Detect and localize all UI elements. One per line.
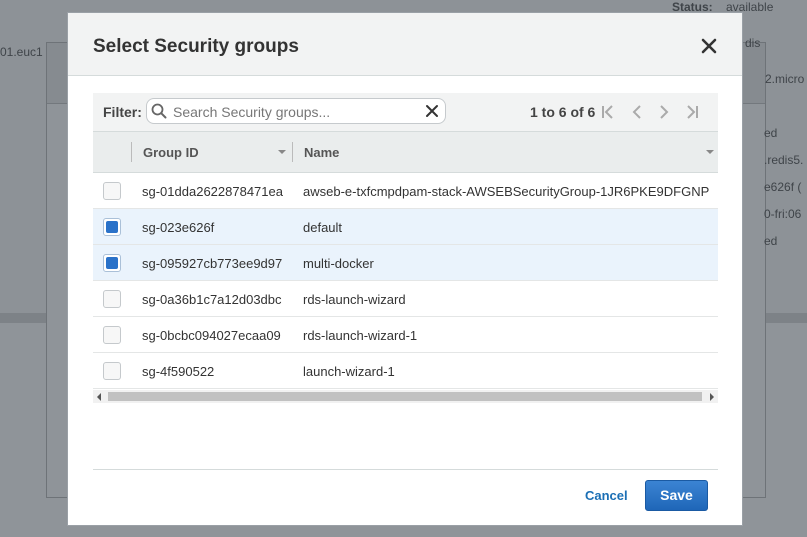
bg-fragment-4: .redis5.	[764, 153, 804, 167]
scroll-left-icon[interactable]	[97, 393, 101, 401]
group-name-cell: rds-launch-wizard-1	[303, 328, 418, 343]
column-separator	[131, 142, 132, 162]
close-icon	[701, 38, 717, 54]
footer-divider	[93, 469, 718, 470]
row-checkbox[interactable]	[103, 290, 121, 308]
group-id-cell: sg-4f590522	[142, 364, 215, 379]
bg-fragment-7: ed	[764, 234, 778, 248]
row-checkbox[interactable]	[103, 218, 121, 236]
group-name-cell: awseb-e-txfcmpdpam-stack-AWSEBSecurityGr…	[303, 184, 710, 199]
search-icon	[151, 103, 167, 119]
next-page-icon[interactable]	[655, 103, 673, 121]
bg-fragment-left: 01.euc1	[0, 45, 43, 59]
group-name-cell: rds-launch-wizard	[303, 292, 406, 307]
group-name-cell: default	[303, 220, 343, 235]
bg-fragment-6: 0-fri:06	[764, 207, 802, 221]
group-id-cell: sg-0bcbc094027ecaa09	[142, 328, 281, 343]
row-checkbox[interactable]	[103, 254, 121, 272]
column-header-group-id[interactable]: Group ID	[143, 145, 199, 160]
bg-fragment-2: 2.micro	[765, 72, 805, 86]
filter-bar: Filter: 1 to 6 of 6	[93, 93, 718, 132]
bg-fragment-3: ed	[764, 126, 778, 140]
modal-header: Select Security groups	[68, 13, 742, 76]
pager-text: 1 to 6 of 6	[530, 104, 596, 120]
group-id-cell: sg-095927cb773ee9d97	[142, 256, 283, 271]
group-name-cell: launch-wizard-1	[303, 364, 395, 379]
group-id-cell: sg-01dda2622878471ea	[142, 184, 283, 199]
modal-title: Select Security groups	[93, 36, 299, 57]
column-header-name[interactable]: Name	[304, 145, 339, 160]
bg-fragment-5: e626f (	[764, 180, 802, 194]
name-sort-icon[interactable]	[706, 150, 714, 154]
table-header: Group ID Name	[93, 132, 718, 173]
first-page-icon[interactable]	[599, 103, 617, 121]
row-checkbox[interactable]	[103, 326, 121, 344]
search-box	[146, 98, 446, 124]
table-row[interactable]: sg-01dda2622878471ea awseb-e-txfcmpdpam-s…	[93, 173, 718, 209]
group-id-cell: sg-023e626f	[142, 220, 215, 235]
save-button[interactable]: Save	[645, 480, 708, 511]
select-security-groups-modal: Select Security groups Filter: 1 to 6 of…	[67, 12, 743, 526]
group-id-cell: sg-0a36b1c7a12d03dbc	[142, 292, 282, 307]
scroll-right-icon[interactable]	[710, 393, 714, 401]
filter-label: Filter:	[103, 104, 142, 120]
last-page-icon[interactable]	[683, 103, 701, 121]
cancel-button[interactable]: Cancel	[585, 488, 628, 503]
table-row[interactable]: sg-0a36b1c7a12d03dbc rds-launch-wizard	[93, 281, 718, 317]
table-row[interactable]: sg-4f590522 launch-wizard-1	[93, 353, 718, 389]
close-button[interactable]	[698, 35, 720, 57]
row-checkbox[interactable]	[103, 182, 121, 200]
clear-icon[interactable]	[425, 104, 439, 118]
security-groups-table-body: sg-01dda2622878471ea awseb-e-txfcmpdpam-s…	[93, 173, 718, 389]
search-input[interactable]	[171, 101, 425, 123]
group-id-sort-icon[interactable]	[278, 150, 286, 154]
prev-page-icon[interactable]	[628, 103, 646, 121]
bg-fragment-1: dis	[745, 36, 761, 50]
column-separator	[292, 142, 293, 162]
group-name-cell: multi-docker	[303, 256, 374, 271]
table-row[interactable]: sg-095927cb773ee9d97 multi-docker	[93, 245, 718, 281]
table-row[interactable]: sg-023e626f default	[93, 209, 718, 245]
table-row[interactable]: sg-0bcbc094027ecaa09 rds-launch-wizard-1	[93, 317, 718, 353]
row-checkbox[interactable]	[103, 362, 121, 380]
horizontal-scrollbar[interactable]	[93, 390, 718, 403]
scrollbar-thumb[interactable]	[108, 392, 702, 401]
